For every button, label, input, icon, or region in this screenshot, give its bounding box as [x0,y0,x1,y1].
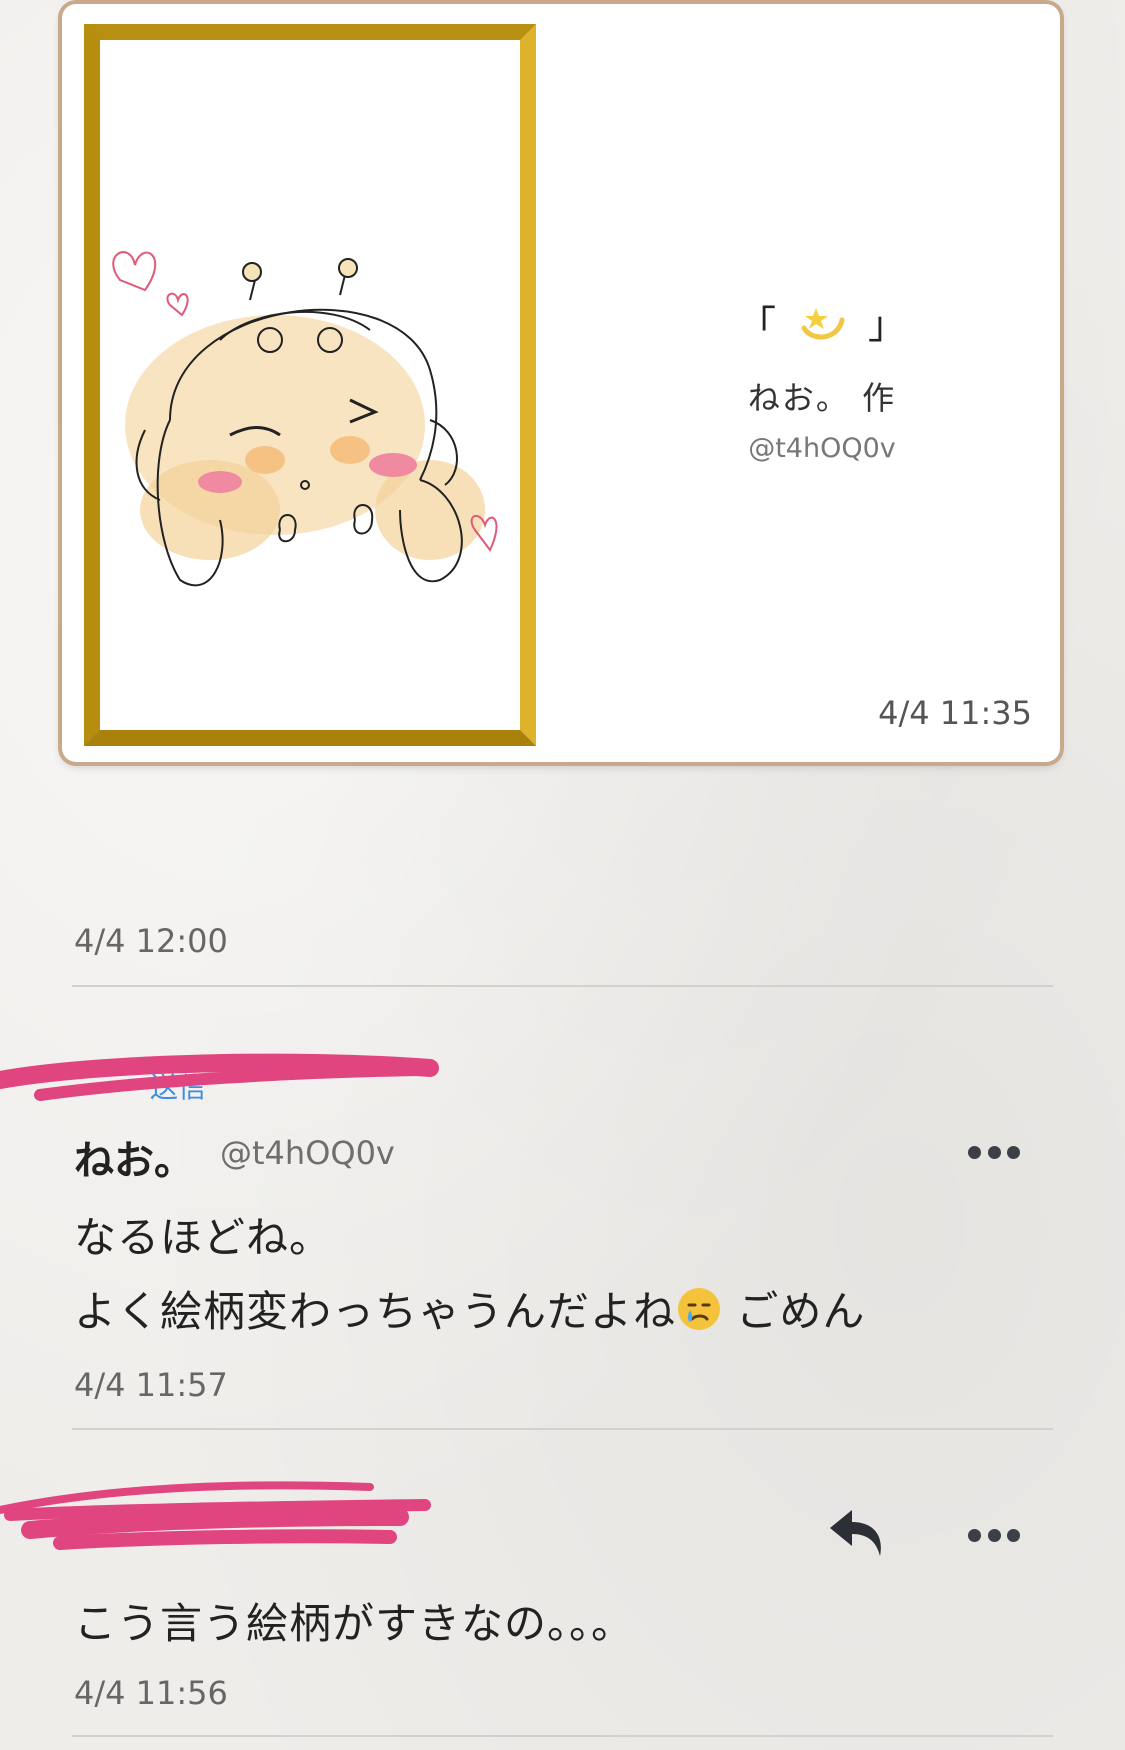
artwork-author: ねお。 作 [747,379,897,417]
sender-name[interactable]: ねお。 [74,1128,194,1186]
divider [72,1428,1053,1430]
divider [72,1735,1053,1737]
message-text-line: なるほどね。 [74,1213,333,1262]
message-text: よく絵柄変わっちゃうんだよね [74,1287,677,1336]
artwork-author-handle[interactable]: @t4hOQ0v [622,433,1022,464]
message-timestamp: 4/4 11:56 [74,1674,228,1712]
message-text: こう言う絵柄がすきなの。。。 [74,1599,635,1648]
artwork-card[interactable]: 「 」 ねお。 作 @t4hOQ0v 4/4 11:35 [62,4,1060,762]
artwork-timestamp: 4/4 11:35 [878,694,1032,732]
artwork-drawing [112,251,498,587]
message-text-line: よく絵柄変わっちゃうんだよね ごめん [74,1278,865,1342]
artwork-title: 「 」 [622,294,1022,349]
dizzy-star-icon [798,298,846,346]
divider [72,985,1053,987]
artwork-frame[interactable] [84,24,536,746]
dot-icon [1007,1145,1020,1159]
crying-face-icon [676,1286,722,1342]
dot-icon [968,1528,981,1542]
more-options-button[interactable] [968,1528,1020,1542]
sender-handle[interactable]: @t4hOQ0v [220,1134,395,1172]
message-text: ごめん [722,1287,866,1336]
reply-icon[interactable] [828,1506,888,1562]
dot-icon [987,1145,1001,1159]
message-timestamp: 4/4 11:57 [74,1366,228,1404]
dot-icon [1007,1528,1020,1542]
title-open-bracket: 「 [737,303,776,347]
dot-icon [968,1145,981,1159]
title-close-bracket: 」 [868,303,907,347]
dot-icon [987,1528,1001,1542]
artwork-info: 「 」 ねお。 作 @t4hOQ0v [622,294,1022,464]
post-timestamp: 4/4 12:00 [74,922,228,960]
redaction-scribble [0,1053,439,1101]
redaction-scribble [0,1481,431,1550]
more-options-button[interactable] [968,1145,1020,1159]
